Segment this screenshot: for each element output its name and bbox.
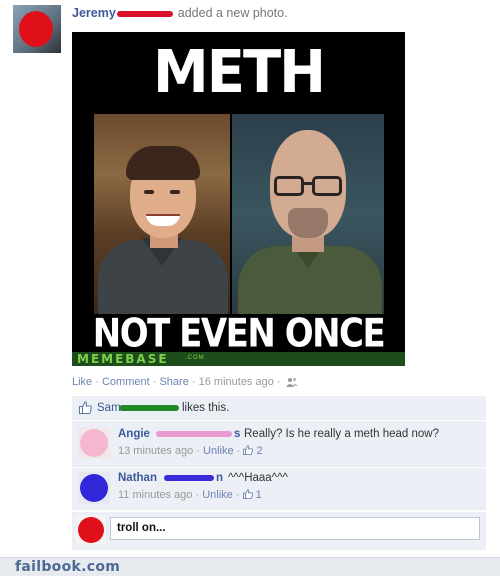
separator: · [195,489,200,501]
meme-right-panel [232,114,384,314]
meme-watermark: MEMEBASE .COM [72,352,405,366]
name-redaction [117,10,174,17]
separator: · [95,376,99,388]
like-link[interactable]: Like [72,376,92,388]
comment-meta: 13 minutes ago · Unlike · 2 [118,445,263,457]
left-hair [126,146,200,180]
meme-bottom-text: NOT EVEN ONCE [92,311,386,357]
watermark-suffix: .COM [185,355,205,361]
viewer-avatar [76,515,106,545]
liker-name[interactable]: Sam [97,402,121,414]
liker-redaction [119,405,179,411]
meme-left-panel [94,114,230,314]
right-glasses-l [274,176,304,196]
thumbs-up-icon [243,445,254,455]
comment-text: Really? Is he really a meth head now? [244,428,439,440]
redaction-scribble [19,11,53,47]
comment-item: Nathan n ^^^Haaa^^^ 11 minutes ago · Unl… [72,468,486,510]
watermark-brand: MEMEBASE [77,352,169,366]
site-watermark: failbook.com [15,559,121,575]
left-eye-r [170,190,180,194]
commenter-redaction [156,431,232,437]
audience-icon [285,377,298,388]
separator: · [235,489,240,501]
post-timestamp[interactable]: 16 minutes ago [199,376,274,388]
post-author-avatar[interactable] [13,5,61,53]
unlike-link[interactable]: Unlike [203,445,234,457]
right-glasses-bridge [303,182,313,185]
comment-like-count[interactable]: 2 [256,445,262,457]
comment-link[interactable]: Comment [102,376,150,388]
commenter-name-tail: n [216,472,224,484]
commenter-avatar[interactable] [78,472,110,504]
comment-item: Angie s Really? Is he really a meth head… [72,421,486,467]
comment-time[interactable]: 13 minutes ago [118,445,193,457]
comment-meta: 11 minutes ago · Unlike · 1 [118,489,262,501]
right-beard [288,208,328,238]
separator: · [196,445,200,457]
write-comment-box: troll on... [72,512,486,550]
unlike-link[interactable]: Unlike [202,489,233,501]
post-header: Jeremy added a new photo. [72,6,288,22]
redaction-scribble [78,517,104,543]
likes-summary: Sam likes this. [72,396,486,420]
comment-text: ^^^Haaa^^^ [228,472,288,484]
site-footer: failbook.com [0,557,500,576]
commenter-name-tail: s [234,428,241,440]
commenter-name[interactable]: Nathan [118,472,157,484]
thumbs-up-icon [242,489,253,499]
post-photo[interactable]: METH NOT EVEN ONCE MEMEBASE .COM [72,32,405,366]
post-action-text: added a new photo. [177,6,288,20]
comment-like-count[interactable]: 1 [256,489,262,501]
commenter-name[interactable]: Angie [118,428,150,440]
commenter-avatar[interactable] [78,427,110,459]
comment-time[interactable]: 11 minutes ago [118,489,192,501]
left-eye-l [144,190,154,194]
redaction-scribble [80,429,108,457]
share-link[interactable]: Share [159,376,188,388]
separator: · [152,376,157,388]
separator: · [191,376,196,388]
thumbs-up-icon [79,401,92,414]
post-actions: Like · Comment · Share · 16 minutes ago … [72,376,298,388]
separator: · [236,445,241,457]
commenter-redaction [164,475,214,481]
meme-top-text: METH [152,38,326,107]
comment-input[interactable]: troll on... [110,517,480,540]
likes-text: likes this. [182,402,230,414]
post-author-name[interactable]: Jeremy [72,6,116,20]
separator: · [276,376,281,388]
right-glasses-r [312,176,342,196]
redaction-scribble [80,474,108,502]
